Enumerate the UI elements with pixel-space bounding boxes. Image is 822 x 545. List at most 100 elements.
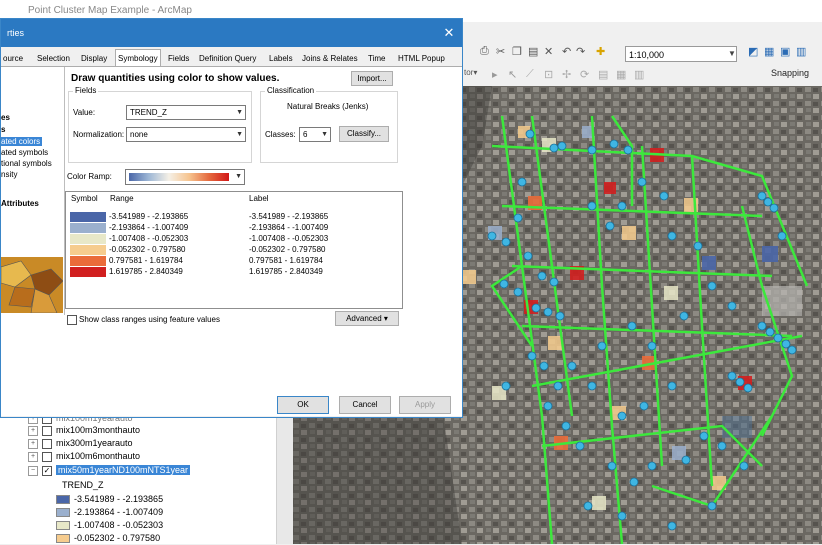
table-row[interactable]: -3.541989 - -2.193865 -3.541989 - -2.193… <box>69 212 397 222</box>
class-range: -3.541989 - -2.193865 <box>109 212 189 221</box>
vertex-icon[interactable]: ⊡ <box>544 68 553 81</box>
expand-icon[interactable]: + <box>28 425 38 436</box>
expand-icon[interactable]: + <box>28 438 38 449</box>
advanced-button[interactable]: Advanced ▾ <box>335 311 399 326</box>
tab-display[interactable]: Display <box>79 51 109 66</box>
tab-fields[interactable]: Fields <box>166 51 191 66</box>
tab-strip: ource Selection Display Symbology Fields… <box>1 49 462 68</box>
table-row[interactable]: -1.007408 - -0.052303 -1.007408 - -0.052… <box>69 234 397 244</box>
tab-time[interactable]: Time <box>366 51 387 66</box>
toc-layer-selected[interactable]: − ✓ mix50m1yearND100mNTS1year <box>28 464 191 477</box>
collapse-icon[interactable]: − <box>28 465 38 476</box>
expand-icon[interactable]: + <box>28 451 38 462</box>
classify-button[interactable]: Classify... <box>339 126 389 142</box>
tab-joins-relates[interactable]: Joins & Relates <box>300 51 360 66</box>
class-label: -3.541989 - -2.193865 <box>249 212 329 221</box>
toc-layer[interactable]: + mix100m6monthauto <box>28 450 140 463</box>
map-scale-input[interactable]: 1:10,000 <box>625 46 737 62</box>
toc-layer[interactable]: + mix300m1yearauto <box>28 437 133 450</box>
search-window-icon[interactable]: ▥ <box>796 45 806 58</box>
class-swatch[interactable] <box>70 267 106 277</box>
toc-legend-item: -3.541989 - -2.193865 <box>56 493 163 506</box>
undo-icon[interactable]: ↶ <box>562 45 571 58</box>
classification-group-label: Classification <box>265 86 317 95</box>
class-swatch[interactable] <box>70 245 106 255</box>
edit-annotation-icon[interactable]: ↖ <box>508 68 517 81</box>
legend-label: -0.052302 - 0.797580 <box>74 533 161 543</box>
value-dropdown[interactable]: TREND_Z ▼ <box>126 105 246 120</box>
delete-icon[interactable]: ✕ <box>544 45 553 58</box>
range-column-header[interactable]: Range <box>110 194 134 203</box>
class-swatch[interactable] <box>70 234 106 244</box>
toc-scrollbar[interactable] <box>276 400 293 544</box>
class-swatch[interactable] <box>70 212 106 222</box>
table-icon[interactable]: ▦ <box>764 45 774 58</box>
classes-table: Symbol Range Label -3.541989 - -2.193865… <box>65 191 403 309</box>
normalization-label: Normalization: <box>73 130 125 139</box>
class-label: -1.007408 - -0.052303 <box>249 234 329 243</box>
import-button[interactable]: Import... <box>351 71 393 86</box>
class-range: -1.007408 - -0.052303 <box>109 234 189 243</box>
layer-checkbox[interactable] <box>42 451 52 462</box>
normalization-dropdown[interactable]: none ▼ <box>126 127 246 142</box>
symbol-column-header[interactable]: Symbol <box>71 194 98 203</box>
layer-name: mix300m1yearauto <box>56 438 133 448</box>
class-range: -2.193864 - -1.007409 <box>109 223 189 232</box>
building-highlight <box>722 416 752 438</box>
classes-dropdown[interactable]: 6 ▼ <box>299 127 331 142</box>
chevron-down-icon: ▼ <box>236 131 243 138</box>
show-item[interactable]: nsity <box>1 170 17 179</box>
show-item[interactable]: es <box>1 113 10 122</box>
show-item-graduated-colors[interactable]: ated colors <box>1 137 43 146</box>
split-icon[interactable]: ✢ <box>562 68 571 81</box>
sketch-properties-icon[interactable]: ▦ <box>616 68 626 81</box>
paste-icon[interactable]: ▤ <box>528 45 538 58</box>
attributes-icon[interactable]: ▤ <box>598 68 608 81</box>
tab-labels[interactable]: Labels <box>267 51 295 66</box>
value-label: Value: <box>73 108 96 117</box>
tab-source[interactable]: ource <box>1 51 25 66</box>
layer-name: mix50m1yearND100mNTS1year <box>56 465 191 475</box>
snapping-menu[interactable]: Snapping <box>771 68 809 78</box>
show-item[interactable]: s <box>1 125 5 134</box>
table-row[interactable]: -2.193864 - -1.007409 -2.193864 - -1.007… <box>69 223 397 233</box>
catalog-icon[interactable]: ▣ <box>780 45 790 58</box>
class-swatch[interactable] <box>70 256 106 266</box>
layer-checkbox[interactable] <box>42 425 52 436</box>
copy-icon[interactable]: ❐ <box>512 45 522 58</box>
straight-segment-icon[interactable]: ⟋ <box>526 68 534 81</box>
editor-icon[interactable]: ◩ <box>748 45 758 58</box>
show-item[interactable]: ated symbols <box>1 148 48 157</box>
chevron-down-icon: ▾ <box>383 314 388 323</box>
chevron-down-icon: ▼ <box>236 109 243 116</box>
editor-menu-icon[interactable]: tor▾ <box>464 68 477 77</box>
redo-icon[interactable]: ↷ <box>576 45 585 58</box>
tab-html-popup[interactable]: HTML Popup <box>396 51 447 66</box>
chevron-down-icon[interactable]: ▼ <box>728 46 738 62</box>
tab-definition-query[interactable]: Definition Query <box>197 51 258 66</box>
create-features-icon[interactable]: ▥ <box>634 68 644 81</box>
show-ranges-checkbox[interactable] <box>67 315 77 325</box>
table-row[interactable]: -0.052302 - 0.797580 -0.052302 - 0.79758… <box>69 245 397 255</box>
cut-icon[interactable]: ✂ <box>496 45 505 58</box>
ok-button[interactable]: OK <box>277 396 329 414</box>
print-icon[interactable]: ⎙ <box>480 45 489 58</box>
dialog-titlebar: rties ✕ <box>1 19 462 47</box>
class-swatch[interactable] <box>70 223 106 233</box>
apply-button[interactable]: Apply <box>399 396 451 414</box>
show-item[interactable]: tional symbols <box>1 159 52 168</box>
table-row[interactable]: 0.797581 - 1.619784 0.797581 - 1.619784 <box>69 256 397 266</box>
tab-selection[interactable]: Selection <box>35 51 72 66</box>
close-icon[interactable]: ✕ <box>439 23 459 43</box>
toc-layer[interactable]: + mix100m3monthauto <box>28 424 140 437</box>
rotate-icon[interactable]: ⟳ <box>580 68 589 81</box>
cancel-button[interactable]: Cancel <box>339 396 391 414</box>
show-item[interactable]: Attributes <box>1 199 39 208</box>
table-row[interactable]: 1.619785 - 2.840349 1.619785 - 2.840349 <box>69 267 397 277</box>
layer-checkbox-checked[interactable]: ✓ <box>42 465 52 476</box>
color-ramp-dropdown[interactable]: ▼ <box>125 169 245 185</box>
add-data-icon[interactable]: ✚ <box>596 45 605 58</box>
layer-checkbox[interactable] <box>42 438 52 449</box>
label-column-header[interactable]: Label <box>249 194 269 203</box>
edit-tool-icon[interactable]: ▸ <box>492 68 498 81</box>
